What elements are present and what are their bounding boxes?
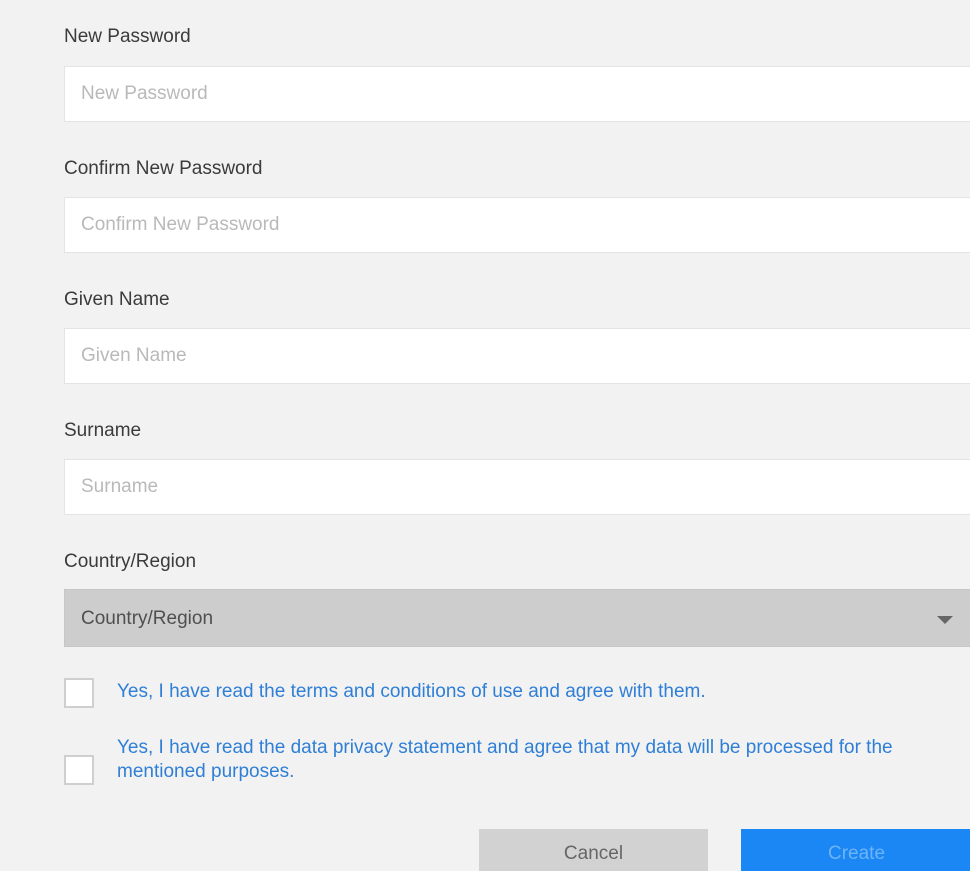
new-password-label: New Password — [64, 26, 191, 47]
registration-page: New Password Confirm New Password Given … — [0, 0, 970, 871]
confirm-password-input[interactable] — [64, 197, 970, 253]
given-name-input[interactable] — [64, 328, 970, 384]
privacy-checkbox[interactable] — [64, 755, 94, 785]
surname-label: Surname — [64, 420, 142, 441]
privacy-agreement-text[interactable]: Yes, I have read the data privacy statem… — [117, 736, 932, 784]
confirm-password-label: Confirm New Password — [64, 158, 263, 179]
terms-agreement-text[interactable]: Yes, I have read the terms and condition… — [117, 680, 937, 704]
cancel-button[interactable]: Cancel — [479, 829, 708, 871]
country-region-select[interactable]: Country/Region — [64, 589, 970, 647]
registration-form: New Password Confirm New Password Given … — [10, 10, 970, 871]
create-button[interactable]: Create — [741, 829, 970, 871]
new-password-input[interactable] — [64, 66, 970, 122]
country-region-label: Country/Region — [64, 551, 197, 572]
terms-checkbox[interactable] — [64, 678, 94, 708]
surname-input[interactable] — [64, 459, 970, 515]
chevron-down-icon[interactable] — [937, 616, 953, 624]
country-region-selected-value: Country/Region — [81, 608, 214, 629]
given-name-label: Given Name — [64, 289, 170, 310]
